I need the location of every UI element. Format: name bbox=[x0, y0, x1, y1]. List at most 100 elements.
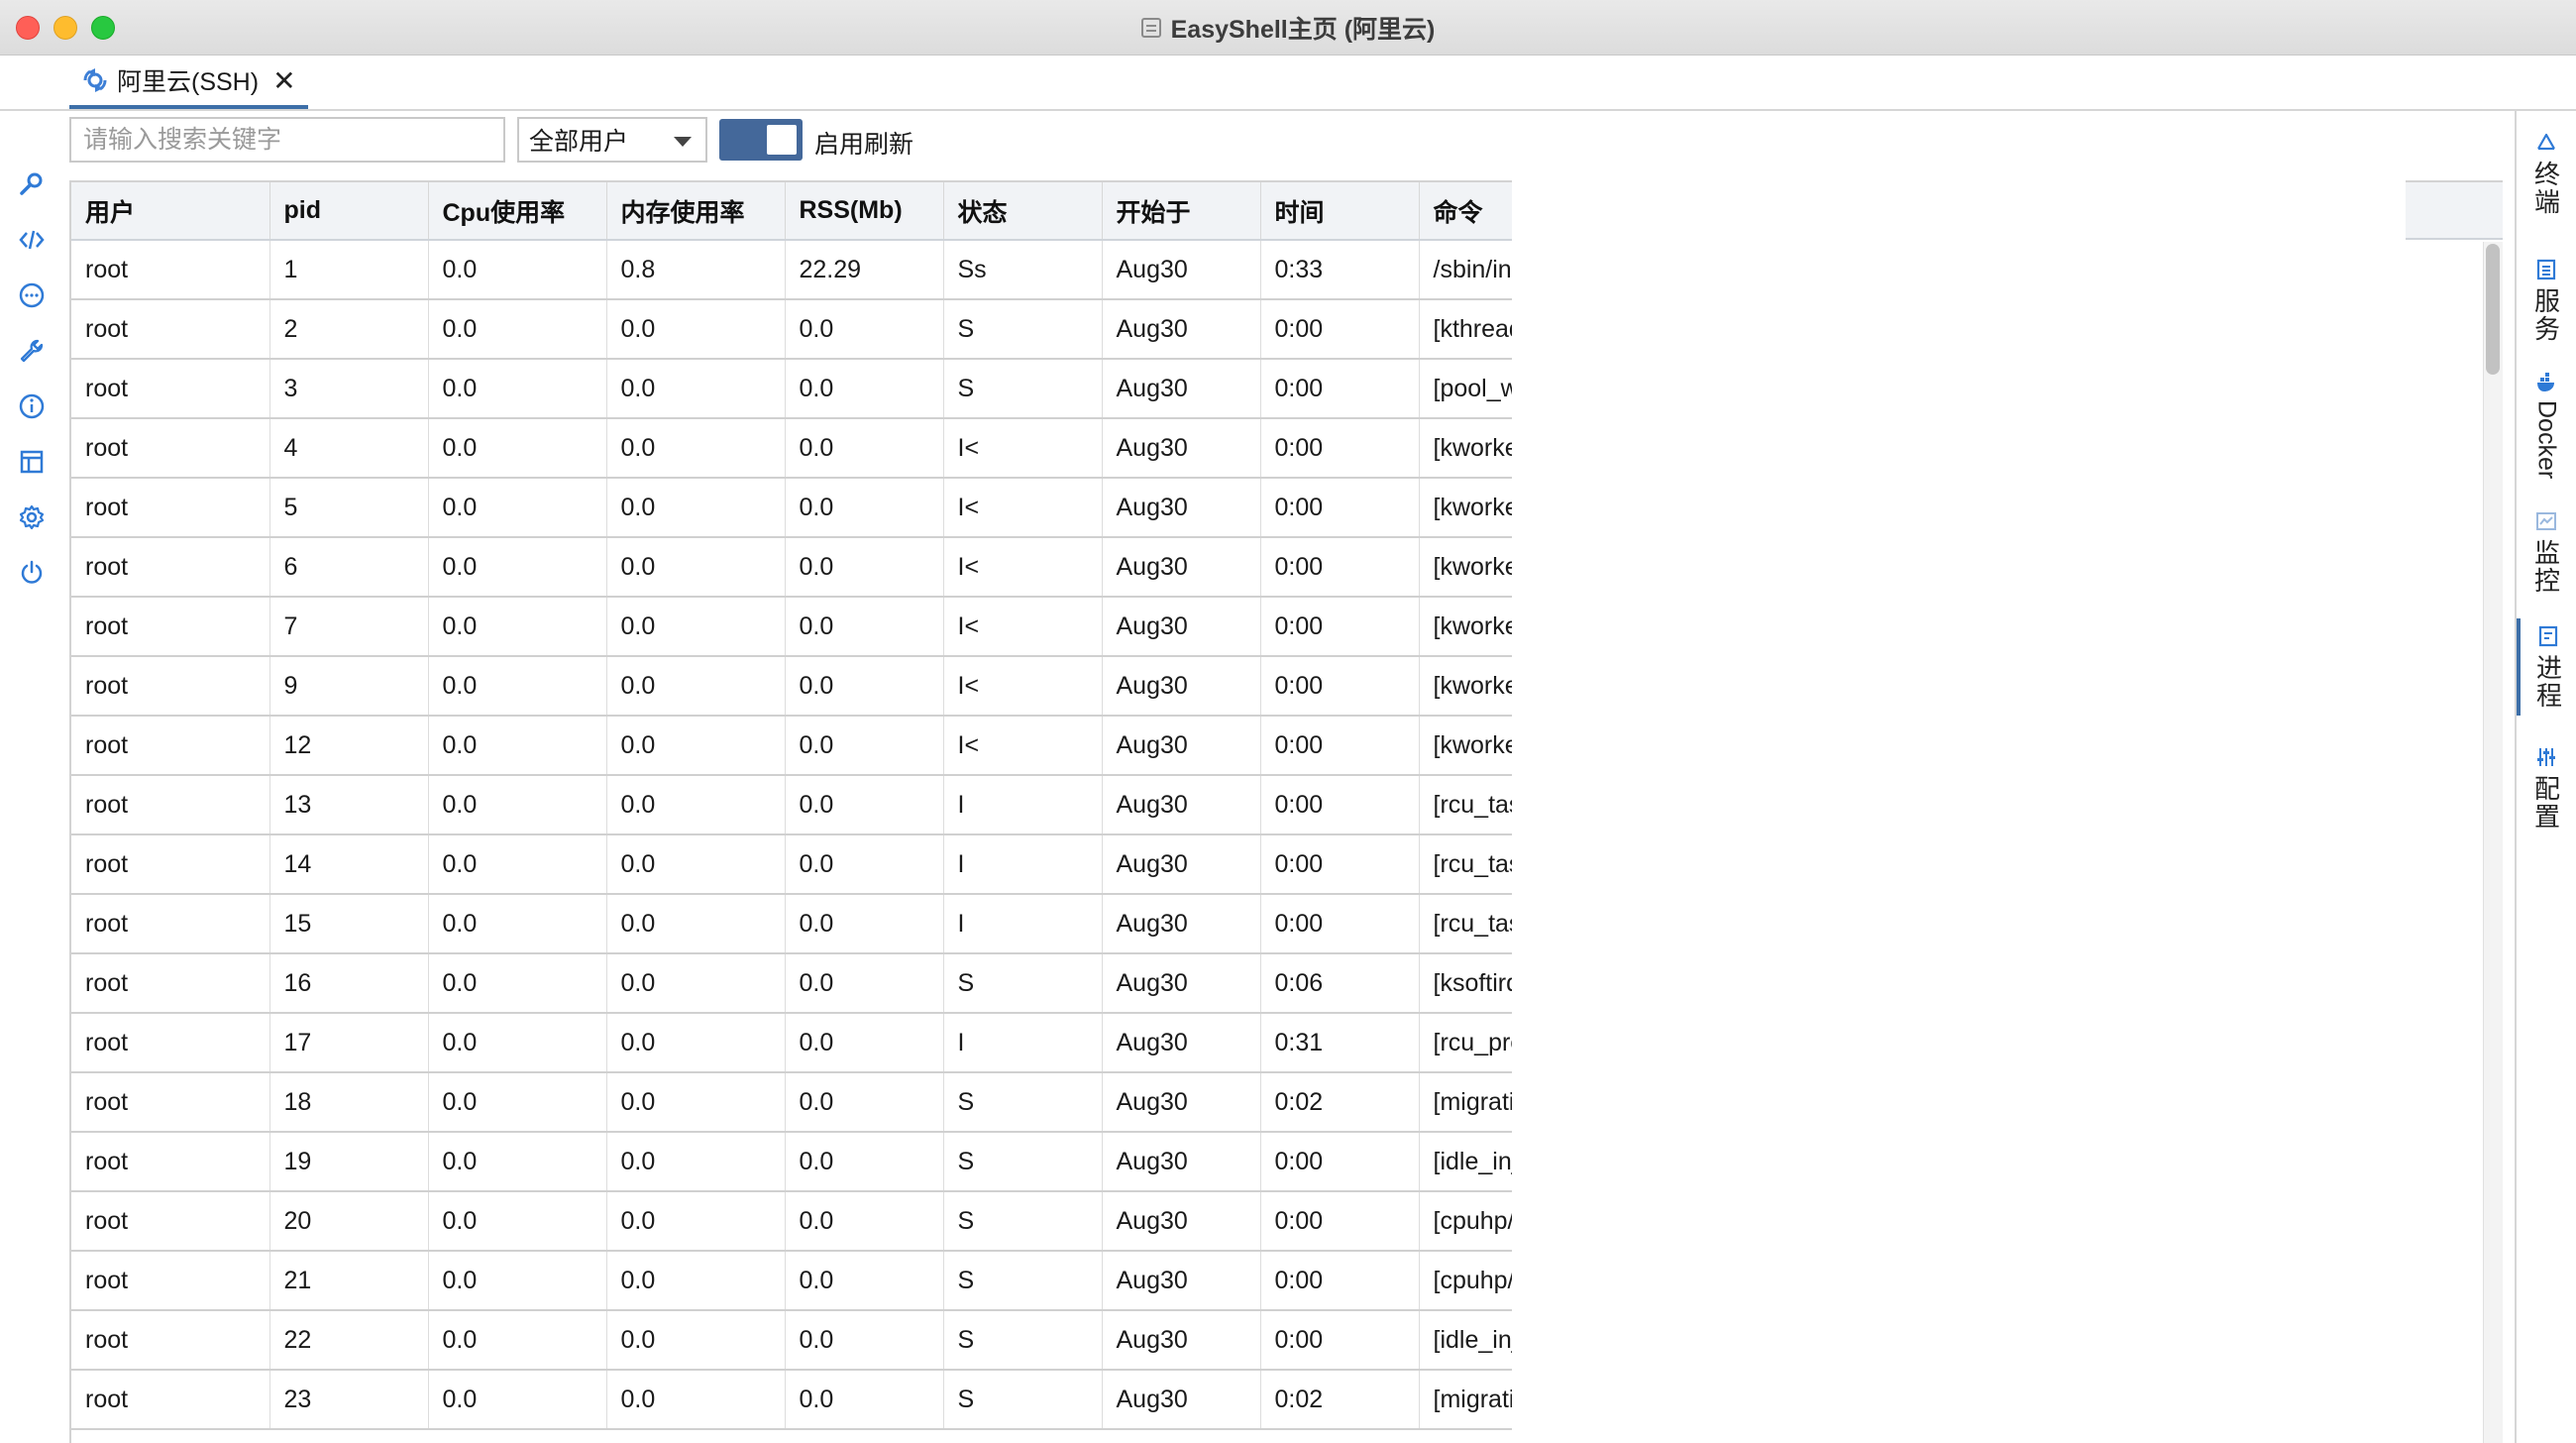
table-row[interactable]: root180.00.00.0SAug300:02[migration/0] bbox=[71, 1072, 1512, 1133]
cell-user: root bbox=[71, 299, 270, 360]
table-scrollbar-thumb[interactable] bbox=[2486, 244, 2500, 375]
sidebar-item-config[interactable]: 配置 bbox=[2517, 745, 2576, 831]
table-row[interactable]: root130.00.00.0IAug300:00[rcu_tasks_kthr… bbox=[71, 775, 1512, 835]
cell-mem: 0.0 bbox=[606, 537, 786, 598]
cell-user: root bbox=[71, 834, 270, 895]
table-row[interactable]: root200.00.00.0SAug300:00[cpuhp/0] bbox=[71, 1191, 1512, 1252]
wrench-icon[interactable] bbox=[16, 335, 48, 367]
cell-mem: 0.0 bbox=[606, 1370, 786, 1430]
table-row[interactable]: root20.00.00.0SAug300:00[kthreadd] bbox=[71, 299, 1512, 360]
cell-pid: 2 bbox=[269, 299, 429, 360]
sidebar-item-docker[interactable]: Docker bbox=[2517, 371, 2576, 479]
cell-mem: 0.0 bbox=[606, 299, 786, 360]
sidebar-item-label: Docker bbox=[2532, 400, 2561, 480]
cell-mem: 0.0 bbox=[606, 834, 786, 895]
cell-cpu: 0.0 bbox=[428, 1251, 607, 1311]
column-header-user[interactable]: 用户 bbox=[71, 182, 270, 241]
column-header-pid[interactable]: pid bbox=[269, 182, 429, 241]
cell-time: 0:00 bbox=[1260, 834, 1420, 895]
refresh-toggle-label: 启用刷新 bbox=[814, 131, 914, 159]
docker-icon bbox=[2537, 373, 2554, 391]
table-row[interactable]: root160.00.00.0SAug300:06[ksoftirqd/0] bbox=[71, 953, 1512, 1014]
table-row[interactable]: root220.00.00.0SAug300:00[idle_inject/1] bbox=[71, 1310, 1512, 1371]
cell-pid: 14 bbox=[269, 834, 429, 895]
tab-aliyun-ssh[interactable]: 阿里云(SSH) ✕ bbox=[69, 56, 308, 109]
cell-start: Aug30 bbox=[1102, 1251, 1261, 1311]
column-header-cpu[interactable]: Cpu使用率 bbox=[428, 182, 607, 241]
table-row[interactable]: root230.00.00.0SAug300:02[migration/1] bbox=[71, 1370, 1512, 1430]
cell-user: root bbox=[71, 478, 270, 538]
cell-cpu: 0.0 bbox=[428, 953, 607, 1014]
cell-cpu: 0.0 bbox=[428, 716, 607, 776]
cell-cpu: 0.0 bbox=[428, 537, 607, 598]
cell-state: S bbox=[943, 299, 1103, 360]
cell-start: Aug30 bbox=[1102, 1132, 1261, 1192]
user-filter-select[interactable]: 全部用户 bbox=[517, 117, 707, 163]
cell-pid: 13 bbox=[269, 775, 429, 835]
column-header-rss[interactable]: RSS(Mb) bbox=[785, 182, 944, 241]
cell-start: Aug30 bbox=[1102, 418, 1261, 479]
table-row[interactable]: root50.00.00.0I<Aug300:00[kworker/R-rcu_… bbox=[71, 478, 1512, 538]
refresh-toggle[interactable] bbox=[719, 119, 803, 161]
table-row[interactable]: root10.00.822.29SsAug300:33/sbin/init bbox=[71, 240, 1512, 300]
code-icon[interactable] bbox=[16, 224, 48, 256]
column-header-command[interactable]: 命令 bbox=[1419, 182, 1512, 241]
ssh-connection-icon bbox=[83, 68, 107, 92]
sidebar-item-services[interactable]: 服务 bbox=[2517, 258, 2576, 343]
table-row[interactable]: root30.00.00.0SAug300:00[pool_workqueue_… bbox=[71, 359, 1512, 419]
cell-pid: 4 bbox=[269, 418, 429, 479]
column-header-time[interactable]: 时间 bbox=[1260, 182, 1420, 241]
layout-icon[interactable] bbox=[16, 446, 48, 478]
tab-close-icon[interactable]: ✕ bbox=[272, 64, 295, 97]
cell-cpu: 0.0 bbox=[428, 240, 607, 300]
cell-time: 0:02 bbox=[1260, 1370, 1420, 1430]
cell-start: Aug30 bbox=[1102, 834, 1261, 895]
cell-time: 0:00 bbox=[1260, 775, 1420, 835]
window-title: EasyShell主页 (阿里云) bbox=[0, 0, 2576, 56]
cell-cpu: 0.0 bbox=[428, 597, 607, 657]
table-row[interactable]: root90.00.00.0I<Aug300:00[kworker/0:0H-e… bbox=[71, 656, 1512, 717]
cell-time: 0:00 bbox=[1260, 418, 1420, 479]
table-scrollbar[interactable] bbox=[2483, 242, 2503, 1443]
column-header-state[interactable]: 状态 bbox=[943, 182, 1103, 241]
table-row[interactable]: root190.00.00.0SAug300:00[idle_inject/0] bbox=[71, 1132, 1512, 1192]
cell-time: 0:00 bbox=[1260, 478, 1420, 538]
cell-user: root bbox=[71, 775, 270, 835]
column-header-mem[interactable]: 内存使用率 bbox=[606, 182, 786, 241]
cell-cpu: 0.0 bbox=[428, 418, 607, 479]
cell-time: 0:00 bbox=[1260, 597, 1420, 657]
cell-rss: 0.0 bbox=[785, 537, 944, 598]
cell-state: I bbox=[943, 894, 1103, 954]
info-icon[interactable] bbox=[16, 390, 48, 422]
cell-pid: 12 bbox=[269, 716, 429, 776]
table-body: root10.00.822.29SsAug300:33/sbin/initroo… bbox=[71, 240, 1512, 1430]
sidebar-item-process[interactable]: 进程 bbox=[2517, 618, 2576, 716]
sidebar-item-monitor[interactable]: 监控 bbox=[2517, 509, 2576, 595]
cell-cpu: 0.0 bbox=[428, 834, 607, 895]
column-header-start[interactable]: 开始于 bbox=[1102, 182, 1261, 241]
table-row[interactable]: root170.00.00.0IAug300:31[rcu_preempt] bbox=[71, 1013, 1512, 1073]
terminal-icon bbox=[2537, 133, 2555, 151]
table-row[interactable]: root40.00.00.0I<Aug300:00[kworker/R-rcu_… bbox=[71, 418, 1512, 479]
table-row[interactable]: root60.00.00.0I<Aug300:00[kworker/R-slub… bbox=[71, 537, 1512, 598]
sidebar-item-terminal[interactable]: 终端 bbox=[2517, 131, 2576, 216]
table-row[interactable]: root70.00.00.0I<Aug300:00[kworker/R-netn… bbox=[71, 597, 1512, 657]
search-input[interactable] bbox=[69, 117, 505, 163]
table-row[interactable]: root120.00.00.0I<Aug300:00[kworker/R-mm_… bbox=[71, 716, 1512, 776]
cell-time: 0:00 bbox=[1260, 656, 1420, 717]
cell-cpu: 0.0 bbox=[428, 1072, 607, 1133]
left-sidebar bbox=[0, 111, 63, 1443]
chat-icon[interactable] bbox=[16, 279, 48, 311]
table-row[interactable]: root150.00.00.0IAug300:00[rcu_tasks_trac… bbox=[71, 894, 1512, 954]
cell-pid: 22 bbox=[269, 1310, 429, 1371]
table-row[interactable]: root210.00.00.0SAug300:00[cpuhp/1] bbox=[71, 1251, 1512, 1311]
cell-time: 0:00 bbox=[1260, 299, 1420, 360]
power-icon[interactable] bbox=[16, 557, 48, 589]
search-icon[interactable] bbox=[16, 168, 48, 200]
table-row[interactable]: root140.00.00.0IAug300:00[rcu_tasks_rude… bbox=[71, 834, 1512, 895]
cell-pid: 1 bbox=[269, 240, 429, 300]
tab-label: 阿里云(SSH) bbox=[117, 68, 260, 96]
gear-icon[interactable] bbox=[16, 501, 48, 533]
cell-command: [migration/0] bbox=[1419, 1072, 1512, 1133]
cell-state: S bbox=[943, 1370, 1103, 1430]
